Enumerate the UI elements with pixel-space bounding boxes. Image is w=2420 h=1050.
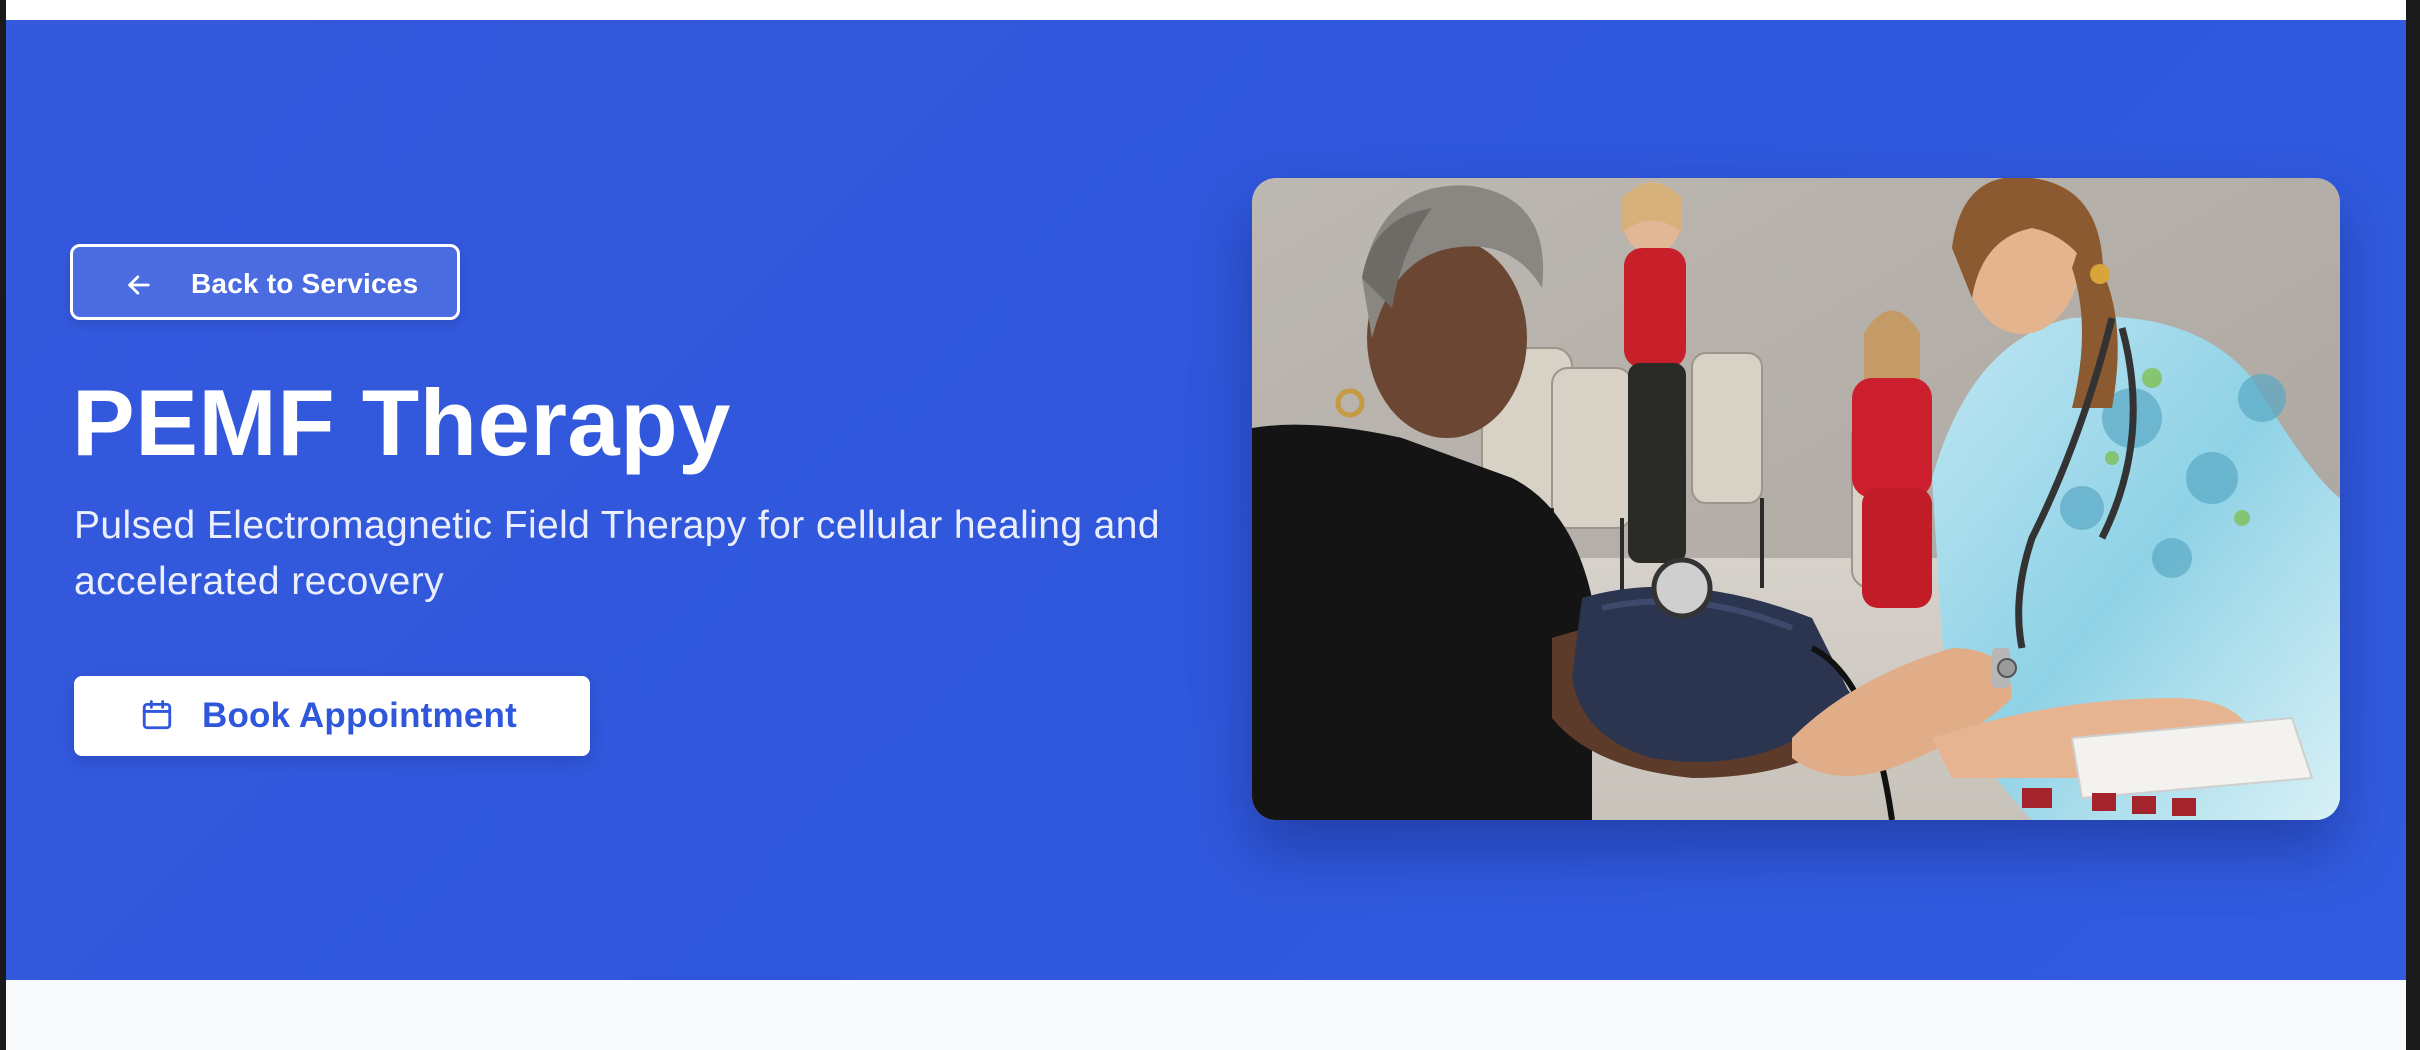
page-title: PEMF Therapy <box>72 370 731 475</box>
arrow-left-icon <box>125 271 153 299</box>
page: Back to Services PEMF Therapy Pulsed Ele… <box>6 0 2406 1050</box>
calendar-icon <box>140 698 174 732</box>
book-appointment-button[interactable]: Book Appointment <box>74 676 590 756</box>
top-navigation-bar <box>6 0 2406 21</box>
back-to-services-label: Back to Services <box>191 268 419 299</box>
page-subtitle: Pulsed Electromagnetic Field Therapy for… <box>74 504 1160 603</box>
clinic-photo <box>1252 178 2340 820</box>
book-appointment-label: Book Appointment <box>202 696 517 735</box>
back-to-services-button[interactable]: Back to Services <box>70 244 460 320</box>
hero-section: Back to Services PEMF Therapy Pulsed Ele… <box>6 20 2406 980</box>
